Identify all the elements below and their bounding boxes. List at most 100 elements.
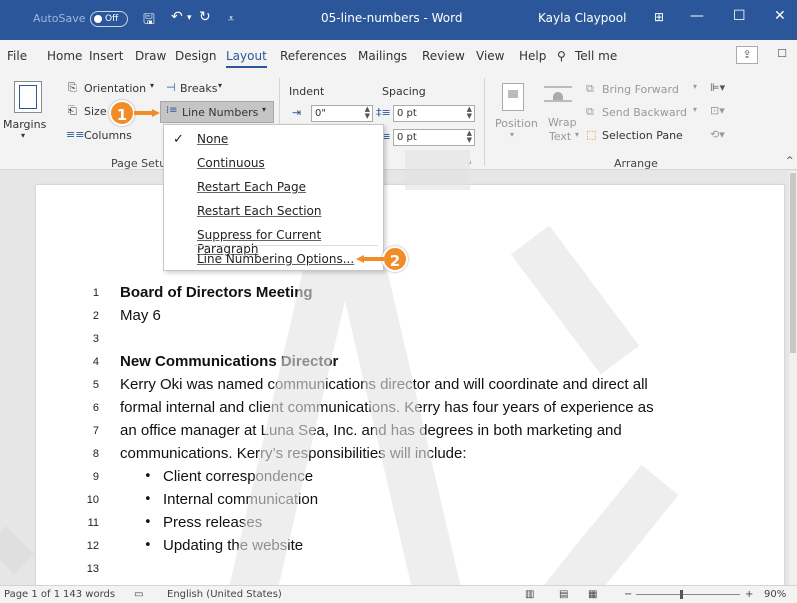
autosave-state: Off — [105, 14, 119, 24]
selection-pane-button[interactable]: Selection Pane — [602, 129, 683, 142]
zoom-slider-thumb[interactable] — [680, 590, 683, 599]
minimize-icon[interactable]: — — [690, 8, 704, 24]
zoom-in-icon[interactable]: + — [745, 589, 753, 600]
paragraph-text[interactable]: May 6 — [120, 307, 161, 324]
proofing-icon[interactable]: ▭ — [134, 589, 143, 600]
line-number: 1 — [92, 287, 99, 299]
tab-review[interactable]: Review — [422, 49, 465, 63]
tab-draw[interactable]: Draw — [135, 49, 166, 63]
vertical-scrollbar[interactable] — [789, 171, 797, 585]
size-button[interactable]: Size — [84, 105, 107, 118]
send-backward-icon: ⧉ — [586, 105, 594, 118]
paragraph-text[interactable]: an office manager at Luna Sea, Inc. and … — [120, 422, 622, 439]
tab-view[interactable]: View — [476, 49, 504, 63]
spin-arrows-icon[interactable]: ▲ ▼ — [467, 130, 472, 144]
tab-home[interactable]: Home — [47, 49, 82, 63]
wrap-text-icon — [544, 83, 572, 105]
orientation-button[interactable]: Orientation — [84, 82, 146, 95]
spacing-after-value: 0 pt — [397, 132, 417, 143]
rotate-icon[interactable]: ⟲▾ — [710, 128, 725, 141]
customize-qat-icon[interactable]: ⩡ — [228, 12, 234, 26]
redo-icon[interactable]: ↻ — [199, 9, 211, 25]
zoom-slider[interactable] — [636, 590, 740, 599]
spacing-before-input[interactable]: 0 pt ▲ ▼ — [393, 105, 475, 122]
share-icon[interactable]: ⇪ — [736, 46, 758, 64]
send-backward-button[interactable]: Send Backward — [602, 106, 687, 119]
margins-dropdown-icon[interactable]: ▾ — [21, 131, 25, 140]
bring-forward-dropdown-icon[interactable]: ▾ — [693, 82, 697, 91]
menu-item-line-numbering-options[interactable]: Line Numbering Options... — [197, 252, 354, 266]
scrollbar-thumb[interactable] — [790, 173, 796, 353]
menu-item-continuous[interactable]: Continuous — [197, 156, 265, 170]
read-mode-icon[interactable]: ▥ — [525, 589, 534, 600]
save-icon[interactable]: 🖫 — [143, 9, 155, 33]
checkmark-icon: ✓ — [173, 132, 184, 147]
tab-layout[interactable]: Layout — [226, 49, 267, 68]
align-icon[interactable]: ⊫▾ — [710, 81, 725, 94]
list-item[interactable]: Updating the website — [163, 537, 303, 554]
bullet-icon: • — [144, 515, 152, 530]
comments-icon[interactable]: ☐ — [771, 46, 793, 64]
wrap-text-dropdown-icon[interactable]: ▾ — [575, 130, 579, 139]
bring-forward-button[interactable]: Bring Forward — [602, 83, 679, 96]
group-separator — [484, 78, 485, 166]
paragraph-text[interactable]: Kerry Oki was named communications direc… — [120, 376, 648, 393]
paragraph-text[interactable]: formal internal and client communication… — [120, 399, 654, 416]
heading-text[interactable]: New Communications Director — [120, 353, 338, 370]
wrap-text-label-2[interactable]: Text — [549, 130, 571, 143]
position-button[interactable]: Position — [495, 117, 538, 130]
ribbon-display-icon[interactable]: ⊞ — [654, 10, 664, 24]
search-icon[interactable]: ⚲ — [557, 49, 566, 63]
spin-arrows-icon[interactable]: ▲ ▼ — [467, 106, 472, 120]
menu-item-restart-each-page[interactable]: Restart Each Page — [197, 180, 306, 194]
tab-mailings[interactable]: Mailings — [358, 49, 407, 63]
print-layout-icon[interactable]: ▤ — [559, 589, 568, 600]
breaks-button[interactable]: Breaks — [180, 82, 217, 95]
line-number: 10 — [86, 494, 99, 506]
wrap-text-label-1[interactable]: Wrap — [548, 116, 577, 129]
tab-design[interactable]: Design — [175, 49, 216, 63]
position-dropdown-icon[interactable]: ▾ — [510, 130, 514, 139]
list-item[interactable]: Client correspondence — [163, 468, 313, 485]
tab-help[interactable]: Help — [519, 49, 546, 63]
zoom-level[interactable]: 90% — [764, 589, 786, 600]
maximize-icon[interactable]: ☐ — [733, 8, 746, 24]
list-item[interactable]: Press releases — [163, 514, 262, 531]
line-numbers-button[interactable]: ⁞≡ Line Numbers ▾ — [160, 101, 274, 123]
margins-button[interactable]: Margins — [3, 118, 46, 131]
spacing-after-input[interactable]: 0 pt ▲ ▼ — [393, 129, 475, 146]
undo-icon[interactable]: ↶ — [171, 9, 183, 25]
page-count[interactable]: Page 1 of 1 — [4, 589, 60, 600]
spacing-label: Spacing — [382, 85, 426, 98]
line-number: 7 — [92, 425, 99, 437]
heading-text[interactable]: Board of Directors Meeting — [120, 284, 313, 301]
margins-icon[interactable] — [14, 81, 42, 113]
web-layout-icon[interactable]: ▦ — [588, 589, 597, 600]
collapse-ribbon-icon[interactable]: ^ — [786, 156, 794, 166]
undo-dropdown-icon[interactable]: ▾ — [187, 13, 192, 23]
breaks-dropdown-icon[interactable]: ▾ — [218, 81, 222, 90]
tab-references[interactable]: References — [280, 49, 347, 63]
close-icon[interactable]: ✕ — [774, 8, 786, 24]
menu-item-none[interactable]: None — [197, 132, 228, 146]
tell-me-box[interactable]: Tell me — [575, 49, 617, 63]
tab-insert[interactable]: Insert — [89, 49, 123, 63]
group-objects-icon[interactable]: ⊡▾ — [710, 104, 725, 117]
orientation-dropdown-icon[interactable]: ▾ — [150, 81, 154, 90]
language-indicator[interactable]: English (United States) — [167, 589, 282, 600]
user-name[interactable]: Kayla Claypool — [538, 11, 626, 25]
tab-file[interactable]: File — [7, 49, 27, 63]
list-item[interactable]: Internal communication — [163, 491, 318, 508]
zoom-out-icon[interactable]: − — [624, 589, 632, 600]
word-count[interactable]: 143 words — [63, 589, 115, 600]
menu-item-restart-each-section[interactable]: Restart Each Section — [197, 204, 321, 218]
columns-button[interactable]: Columns — [84, 129, 132, 142]
send-backward-dropdown-icon[interactable]: ▾ — [693, 105, 697, 114]
dialog-launcher-icon[interactable]: ⌟ — [468, 156, 472, 165]
indent-left-input[interactable]: 0" ▲ ▼ — [311, 105, 373, 122]
status-bar: Page 1 of 1 143 words ▭ English (United … — [0, 585, 797, 603]
autosave-toggle[interactable]: Off — [90, 11, 128, 27]
spin-arrows-icon[interactable]: ▲ ▼ — [365, 106, 370, 120]
paragraph-text[interactable]: communications. Kerry’s responsibilities… — [120, 445, 467, 462]
document-page[interactable]: 1 Board of Directors Meeting 2 May 6 3 4 New C… — [36, 185, 784, 585]
